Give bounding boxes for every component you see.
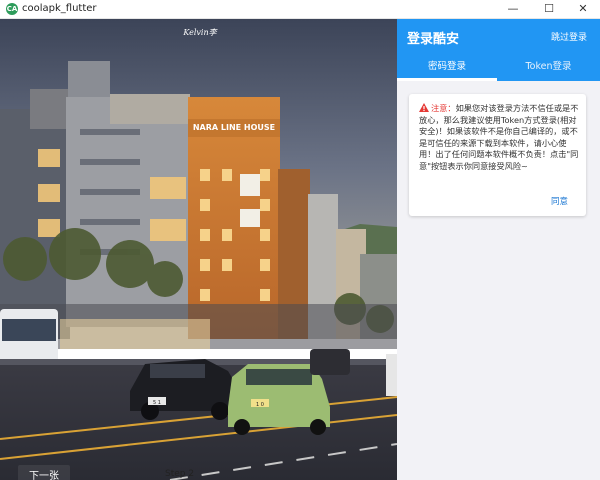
step-label: Step 2 [165,469,195,479]
maximize-button[interactable]: ☐ [532,0,566,18]
sedan-plate: 5 1 [153,400,161,406]
close-button[interactable]: ✕ [566,0,600,18]
notice-body: 如果您对该登录方法不信任或是不放心，那么我建议使用Token方式登录(相对安全)… [419,103,579,171]
window-title: coolapk_flutter [22,3,97,14]
notice-prefix: 注意： [431,103,456,113]
login-title: 登录酷安 [407,32,460,47]
next-image-button[interactable]: 下一张 [18,465,70,480]
watermark-signature: Kelvin李 [182,28,218,37]
skip-login-button[interactable]: 跳过登录 [551,30,587,43]
next-image-label: 下一张 [29,471,59,480]
hotel-sign: NARA LINE HOUSE [193,123,275,132]
street-scene-image: NARA LINE HOUSE Kelvin李 5 1 1 0 [0,19,397,480]
tab-token-login[interactable]: Token登录 [497,57,600,81]
welcome-photo: NARA LINE HOUSE Kelvin李 5 1 1 0 下一张 [0,19,397,480]
login-panel: 登录酷安 跳过登录 密码登录 Token登录 注意：如果您对该登录方法不信任或是… [397,19,600,480]
active-tab-indicator [397,78,497,81]
window-titlebar: CA coolapk_flutter — ☐ ✕ [0,0,600,19]
warning-icon [419,103,429,112]
notice-card: 注意：如果您对该登录方法不信任或是不放心，那么我建议使用Token方式登录(相对… [409,94,586,216]
minimize-button[interactable]: — [496,0,530,18]
login-header: 登录酷安 跳过登录 密码登录 Token登录 [397,19,600,81]
coolapk-app-icon: CA [6,3,18,15]
notice-text: 注意：如果您对该登录方法不信任或是不放心，那么我建议使用Token方式登录(相对… [419,103,579,173]
agree-button[interactable]: 同意 [551,195,568,207]
car-plate: 1 0 [256,402,264,408]
